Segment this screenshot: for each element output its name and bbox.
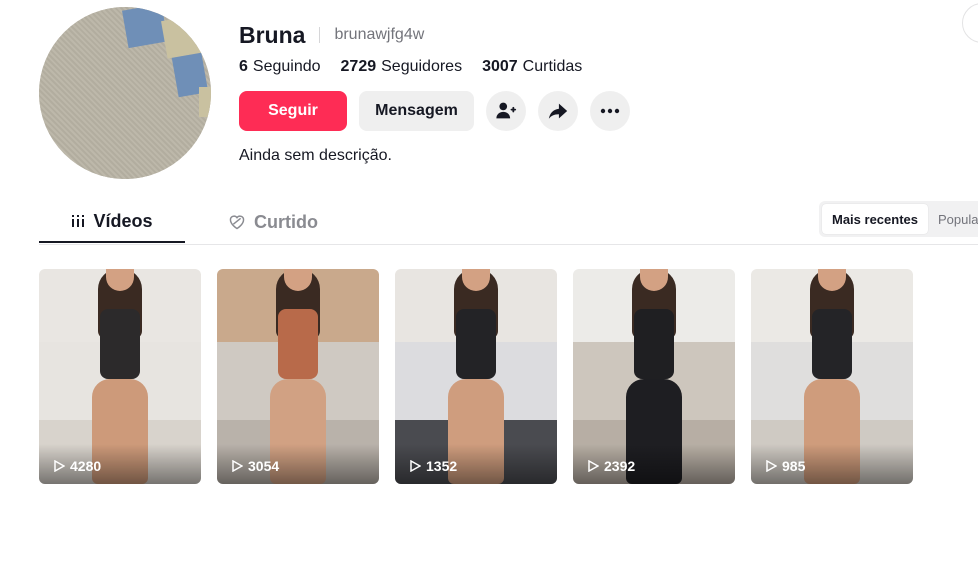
following-stat[interactable]: 6 Seguindo [239,58,321,76]
video-card[interactable]: 3054 [217,269,379,484]
profile-stats: 6 Seguindo 2729 Seguidores 3007 Curtidas [239,57,582,77]
top-right-button[interactable] [962,3,978,43]
content-tabs: Vídeos Curtido [39,201,361,244]
followers-count: 2729 [340,58,377,75]
more-icon [600,108,620,114]
tab-videos-label: Vídeos [93,210,153,231]
video-card[interactable]: 4280 [39,269,201,484]
sort-popular[interactable]: Popula [928,204,978,234]
share-icon [548,103,568,119]
likes-stat: 3007 Curtidas [482,58,582,76]
profile-actions: Seguir Mensagem [239,91,630,131]
following-count: 6 [239,58,248,75]
video-card[interactable]: 985 [751,269,913,484]
tab-liked[interactable]: Curtido [185,201,361,243]
display-name: Bruna [239,21,306,48]
view-count: 985 [765,458,805,474]
followers-stat[interactable]: 2729 Seguidores [341,58,463,76]
view-count: 1352 [409,458,457,474]
view-count: 2392 [587,458,635,474]
play-icon [54,460,65,472]
play-icon [588,460,599,472]
view-count-value: 4280 [70,458,102,474]
more-options-button[interactable] [590,91,630,131]
view-count-value: 3054 [248,458,280,474]
liked-heart-icon [229,215,245,230]
message-button[interactable]: Mensagem [359,91,474,131]
video-card[interactable]: 2392 [573,269,735,484]
view-count-value: 2392 [604,458,636,474]
view-count: 4280 [53,458,101,474]
share-button[interactable] [538,91,578,131]
follow-button[interactable]: Seguir [239,91,347,131]
sort-toggle: Mais recentes Popula [819,201,978,237]
likes-label: Curtidas [522,58,583,75]
play-icon [410,460,421,472]
following-label: Seguindo [252,58,321,75]
avatar [39,7,211,179]
add-friend-button[interactable] [486,91,526,131]
add-user-icon [496,102,517,119]
play-icon [766,460,777,472]
profile-bio: Ainda sem descrição. [239,147,392,164]
profile-header: Bruna brunawjfg4w [239,22,424,48]
video-grid: 4280 3054 1352 2392 985 [39,269,913,484]
sort-latest[interactable]: Mais recentes [822,204,928,234]
tab-videos[interactable]: Vídeos [39,201,185,243]
tab-liked-label: Curtido [254,211,318,232]
view-count-value: 1352 [426,458,458,474]
tabs-divider [39,244,978,245]
view-count: 3054 [231,458,279,474]
username: brunawjfg4w [334,26,425,43]
likes-count: 3007 [482,58,518,75]
videos-grid-icon [72,215,85,227]
followers-label: Seguidores [381,58,463,75]
view-count-value: 985 [782,458,806,474]
name-separator [319,27,321,43]
play-icon [232,460,243,472]
video-card[interactable]: 1352 [395,269,557,484]
